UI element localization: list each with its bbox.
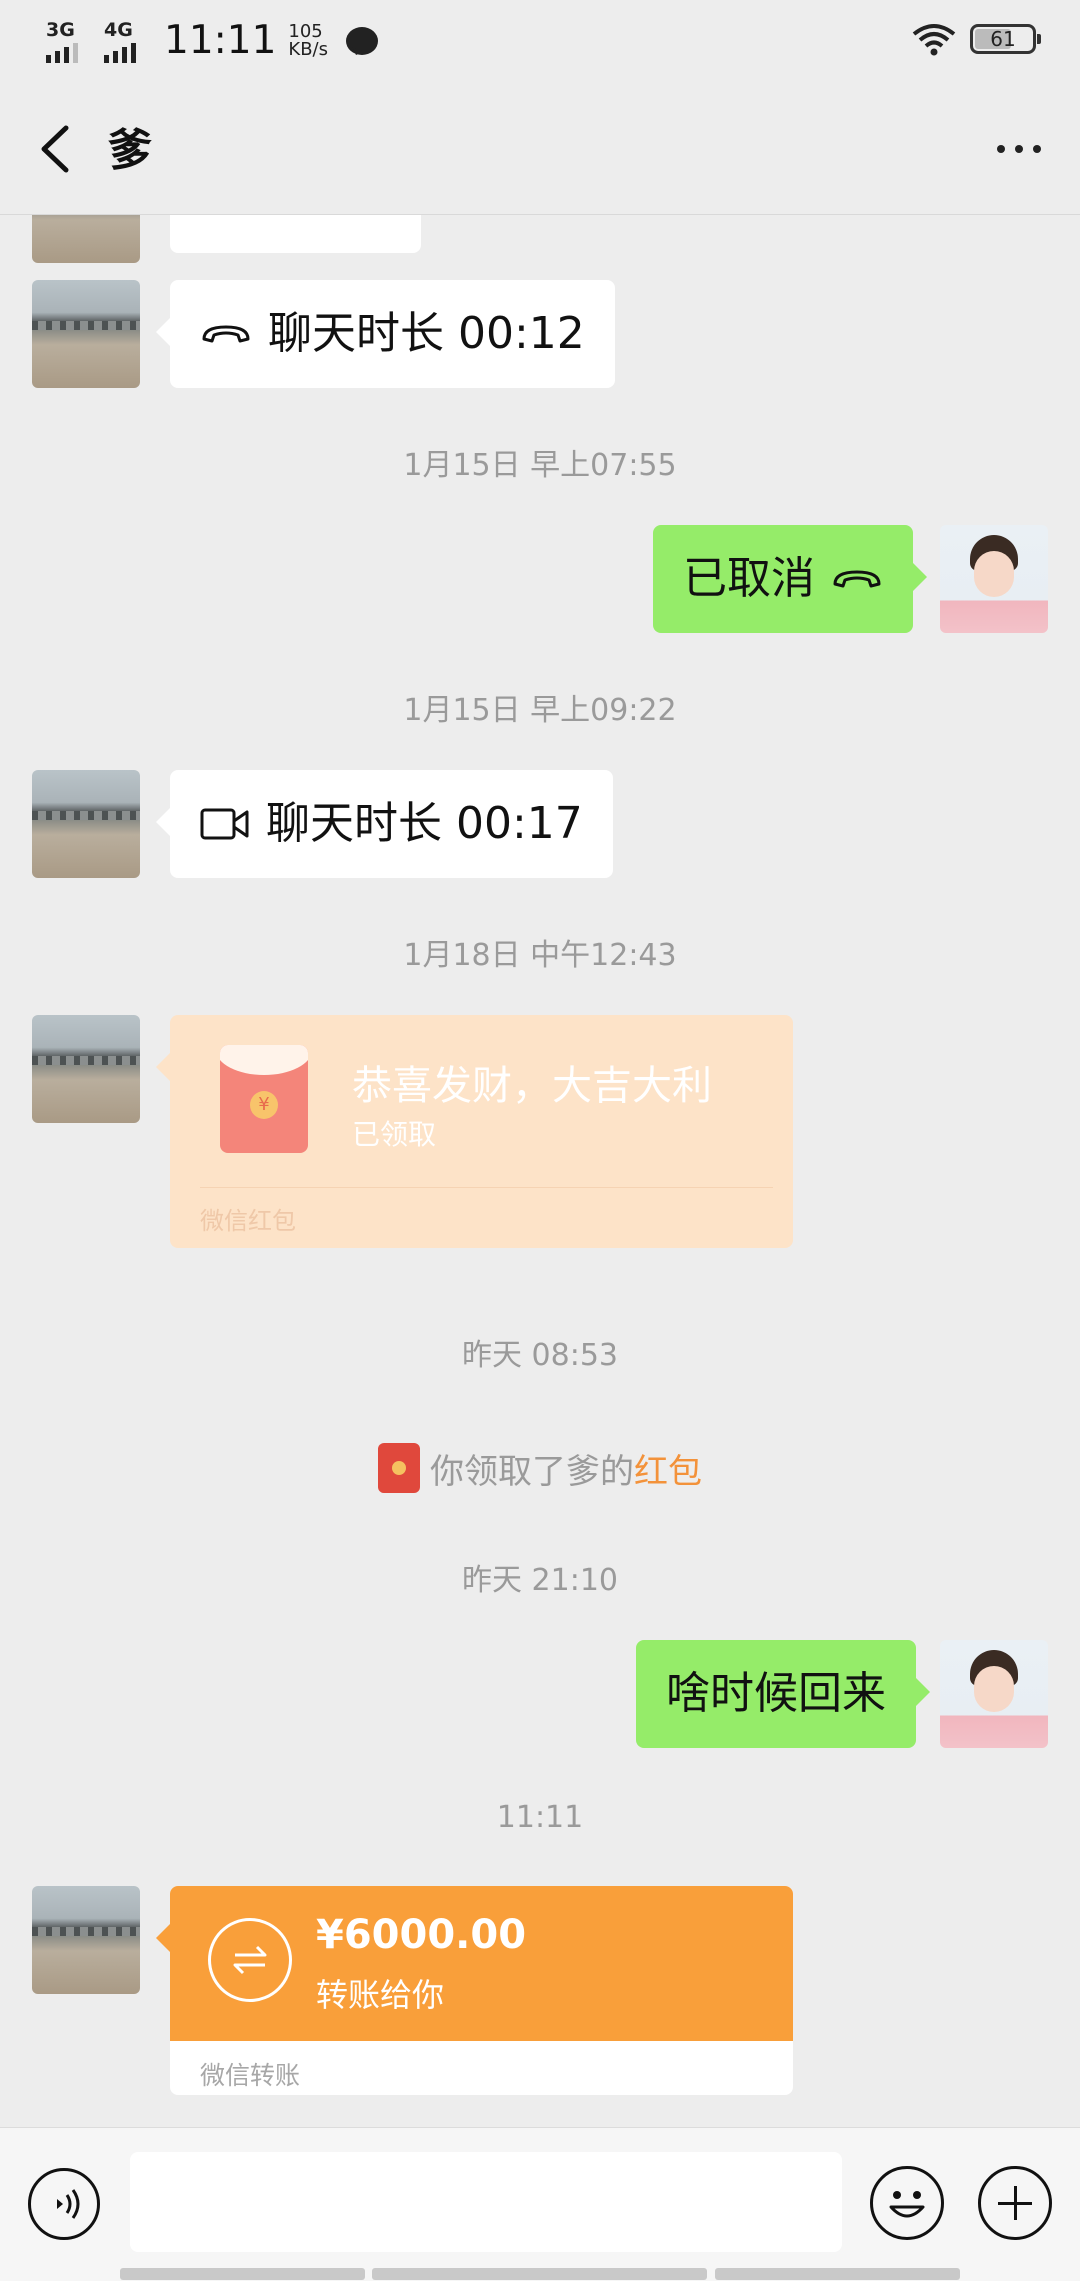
- network-speed: 105 KB/s: [288, 20, 329, 60]
- more-options-icon[interactable]: [984, 124, 1054, 174]
- timestamp: 1月15日 早上09:22: [403, 693, 677, 728]
- timestamp: 昨天 21:10: [462, 1563, 618, 1598]
- back-arrow-icon[interactable]: [30, 120, 88, 178]
- call-duration-text: 聊天时长 00:12: [268, 308, 585, 359]
- transfer-exchange-icon: [208, 1918, 292, 2002]
- voice-input-icon[interactable]: [28, 2168, 100, 2240]
- battery-icon: 61: [970, 24, 1041, 54]
- voice-call-bubble[interactable]: 聊天时长 00:12: [156, 280, 615, 388]
- keyboard-strip: [372, 2268, 707, 2280]
- avatar[interactable]: [32, 280, 140, 388]
- video-duration-text: 聊天时长 00:17: [266, 798, 583, 849]
- red-packet-card[interactable]: ¥ 恭喜发财，大吉大利 已领取 微信红包: [156, 1015, 793, 1248]
- input-bar: [0, 2127, 1080, 2281]
- emoji-icon[interactable]: [870, 2166, 944, 2240]
- transfer-amount: ¥6000.00: [316, 1912, 527, 1958]
- red-packet-icon: [378, 1443, 420, 1493]
- keyboard-strip: [120, 2268, 365, 2280]
- video-call-bubble[interactable]: 聊天时长 00:17: [156, 770, 613, 878]
- transfer-card[interactable]: ¥6000.00 转账给你 微信转账: [170, 1886, 793, 2095]
- timestamp: 1月15日 早上07:55: [403, 448, 677, 483]
- signal-4g-icon: 4G: [102, 19, 150, 63]
- chat-header: 爹: [0, 84, 1080, 215]
- red-packet-link[interactable]: 红包: [634, 1444, 702, 1493]
- phone-hangup-icon: [202, 325, 250, 343]
- wifi-icon: [912, 24, 956, 56]
- red-packet-icon: ¥: [220, 1045, 308, 1153]
- red-packet-status: 已领取: [352, 1118, 437, 1151]
- chat-title: 爹: [108, 125, 152, 176]
- add-more-icon[interactable]: [978, 2166, 1052, 2240]
- message-notification-icon: [346, 26, 379, 55]
- avatar[interactable]: [32, 1015, 140, 1123]
- phone-hangup-icon: [833, 570, 881, 588]
- avatar[interactable]: [32, 770, 140, 878]
- keyboard-strip: [715, 2268, 960, 2280]
- transfer-footer: 微信转账: [200, 2061, 301, 2090]
- status-time: 11:11: [164, 18, 277, 63]
- red-packet-footer: 微信红包: [200, 1207, 296, 1235]
- message-text: 啥时候回来: [666, 1668, 886, 1719]
- avatar[interactable]: [32, 1886, 140, 1994]
- message-bubble-partial[interactable]: [170, 215, 421, 253]
- my-avatar[interactable]: [940, 1640, 1048, 1748]
- text-message-bubble[interactable]: 啥时候回来: [636, 1640, 930, 1748]
- cancelled-text: 已取消: [683, 553, 815, 604]
- timestamp: 11:11: [496, 1800, 584, 1835]
- timestamp: 1月18日 中午12:43: [403, 938, 677, 973]
- signal-3g-icon: 3G: [44, 19, 92, 63]
- message-input[interactable]: [130, 2152, 842, 2252]
- my-avatar[interactable]: [940, 525, 1048, 633]
- red-packet-title: 恭喜发财，大吉大利: [352, 1063, 712, 1109]
- system-message-text: 你领取了爹的: [430, 1451, 634, 1492]
- cancelled-call-bubble[interactable]: 已取消: [653, 525, 927, 633]
- status-bar: 3G 4G 11:11 105 KB/s 61: [0, 0, 1080, 84]
- system-message: 你领取了爹的 红包: [0, 1443, 1080, 1493]
- chat-message-list[interactable]: 聊天时长 00:12 1月15日 早上07:55 已取消 1月15日 早上09:…: [0, 215, 1080, 2125]
- timestamp: 昨天 08:53: [462, 1338, 618, 1373]
- video-camera-icon: [200, 808, 249, 840]
- avatar[interactable]: [32, 215, 140, 263]
- transfer-arrow: [156, 1924, 170, 1952]
- transfer-description: 转账给你: [316, 1976, 445, 2014]
